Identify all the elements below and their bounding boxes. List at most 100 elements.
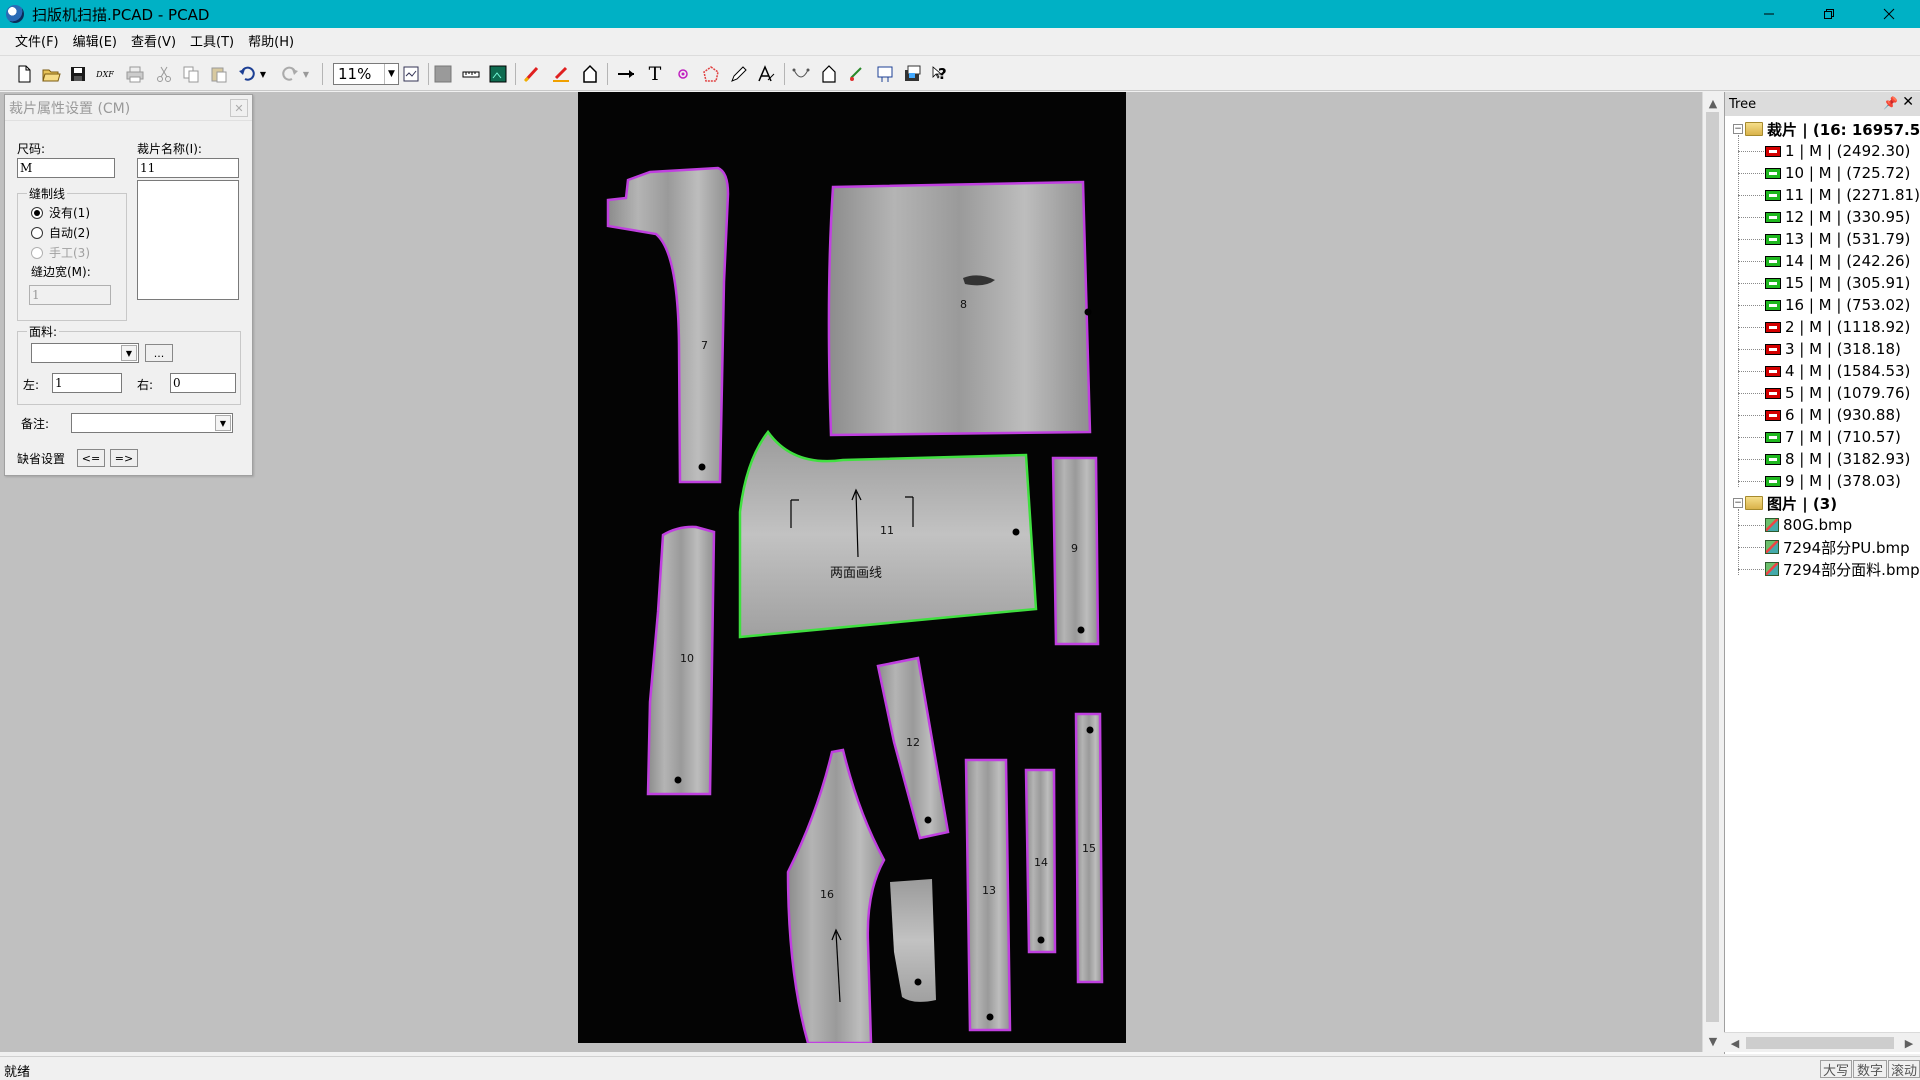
close-button[interactable]	[1866, 0, 1912, 28]
pattern-pieces-canvas[interactable]: 7 8 11 9 10 12 16 13 14 15 两面画线	[578, 92, 1126, 1043]
digitize-tool-button[interactable]	[873, 62, 897, 86]
tree-piece-item[interactable]: 7 | M | (710.57)	[1765, 426, 1901, 448]
chevron-down-icon: ▼	[121, 345, 137, 361]
pen-line-button[interactable]	[549, 62, 573, 86]
export-dxf-button[interactable]: DXF	[93, 62, 117, 86]
copy-button[interactable]	[179, 62, 203, 86]
menu-help[interactable]: 帮助(H)	[241, 30, 301, 56]
menu-file[interactable]: 文件(F)	[8, 30, 66, 56]
ruler-button[interactable]	[459, 62, 483, 86]
pen-tool-button[interactable]	[520, 62, 544, 86]
piece-name-list[interactable]	[137, 180, 239, 300]
cut-button[interactable]	[152, 62, 176, 86]
collapse-toggle-icon[interactable]: −	[1733, 124, 1743, 134]
zoom-select[interactable]: 11% ▼	[333, 63, 399, 85]
remark-label: 备注:	[21, 417, 50, 431]
tree-piece-item[interactable]: 8 | M | (3182.93)	[1765, 448, 1910, 470]
scroll-up-icon[interactable]: ▲	[1703, 94, 1723, 112]
tree-piece-item[interactable]: 11 | M | (2271.81)	[1765, 184, 1920, 206]
minimize-button[interactable]	[1746, 0, 1792, 28]
polygon-tool-button[interactable]	[699, 62, 723, 86]
collapse-toggle-icon[interactable]: −	[1733, 498, 1743, 508]
tree-piece-item[interactable]: 3 | M | (318.18)	[1765, 338, 1901, 360]
scroll-thumb[interactable]	[1746, 1037, 1894, 1049]
scanned-pattern-image[interactable]: 7 8 11 9 10 12 16 13 14 15 两面画线	[578, 92, 1126, 1043]
tree-piece-item[interactable]: 6 | M | (930.88)	[1765, 404, 1901, 426]
fabric-browse-button[interactable]: ...	[145, 344, 173, 362]
paste-button[interactable]	[207, 62, 231, 86]
vertical-scrollbar[interactable]: ▲ ▼	[1702, 92, 1722, 1052]
open-file-button[interactable]	[39, 62, 63, 86]
prev-piece-button[interactable]: <=	[77, 449, 105, 467]
tree-piece-item[interactable]: 10 | M | (725.72)	[1765, 162, 1910, 184]
tree-piece-label: 11 | M | (2271.81)	[1785, 186, 1920, 204]
left-value-field[interactable]: 1	[52, 373, 122, 393]
undo-dropdown[interactable]: ▼	[256, 62, 270, 86]
scroll-down-icon[interactable]: ▼	[1703, 1032, 1723, 1050]
tree-piece-item[interactable]: 1 | M | (2492.30)	[1765, 140, 1910, 162]
measure-tool-button[interactable]	[614, 62, 638, 86]
pin-icon[interactable]: 📌	[1883, 96, 1898, 110]
tree-piece-item[interactable]: 15 | M | (305.91)	[1765, 272, 1910, 294]
tree-piece-item[interactable]: 14 | M | (242.26)	[1765, 250, 1910, 272]
tree-piece-item[interactable]: 13 | M | (531.79)	[1765, 228, 1910, 250]
tree-piece-item[interactable]: 12 | M | (330.95)	[1765, 206, 1910, 228]
scanner-button[interactable]	[901, 62, 925, 86]
piece-name-field[interactable]: 11	[137, 158, 239, 178]
tree-horizontal-scrollbar[interactable]: ◀ ▶	[1724, 1032, 1920, 1052]
grain-tool-button[interactable]	[845, 62, 869, 86]
fill-color-button[interactable]	[431, 62, 455, 86]
pattern-piece-small[interactable]	[890, 879, 936, 1002]
restore-button[interactable]	[1806, 0, 1852, 28]
piece-tool-button[interactable]	[817, 62, 841, 86]
tree-piece-item[interactable]: 2 | M | (1118.92)	[1765, 316, 1910, 338]
menu-tools[interactable]: 工具(T)	[183, 30, 241, 56]
tree-image-item[interactable]: 7294部分PU.bmp	[1765, 536, 1910, 558]
outline-tool-button[interactable]	[578, 62, 602, 86]
redo-dropdown[interactable]: ▼	[299, 62, 313, 86]
menu-edit[interactable]: 编辑(E)	[66, 30, 124, 56]
fabric-select[interactable]: ▼	[31, 343, 139, 363]
help-button[interactable]: ?	[929, 62, 953, 86]
pen-red-icon	[523, 66, 539, 83]
piece-label-15: 15	[1082, 842, 1096, 855]
tree-piece-item[interactable]: 4 | M | (1584.53)	[1765, 360, 1910, 382]
seam-auto-radio[interactable]: 自动(2)	[31, 224, 90, 241]
right-value-field[interactable]: 0	[170, 373, 236, 393]
scroll-left-icon[interactable]: ◀	[1726, 1033, 1744, 1053]
scroll-right-icon[interactable]: ▶	[1900, 1033, 1918, 1053]
annotate-tool-button[interactable]	[754, 62, 778, 86]
pattern-piece-7[interactable]	[606, 166, 730, 484]
save-button[interactable]	[66, 62, 90, 86]
tree-root-images[interactable]: 图片 | (3)	[1745, 492, 1837, 514]
curve-tool-button[interactable]	[789, 62, 813, 86]
tree-piece-item[interactable]: 16 | M | (753.02)	[1765, 294, 1910, 316]
scroll-thumb[interactable]	[1706, 112, 1719, 1022]
zoom-fit-button[interactable]	[399, 62, 423, 86]
text-tool-button[interactable]: T	[643, 62, 667, 86]
close-icon[interactable]: ✕	[1902, 94, 1914, 110]
paste-icon	[211, 67, 227, 83]
tree-piece-item[interactable]: 5 | M | (1079.76)	[1765, 382, 1910, 404]
tree-image-item[interactable]: 80G.bmp	[1765, 514, 1852, 536]
print-button[interactable]	[123, 62, 147, 86]
point-tool-button[interactable]	[671, 62, 695, 86]
seam-width-field[interactable]: 1	[29, 285, 111, 305]
new-file-button[interactable]	[12, 62, 36, 86]
tree-image-item[interactable]: 7294部分面料.bmp	[1765, 558, 1920, 580]
drawing-workspace[interactable]: 7 8 11 9 10 12 16 13 14 15 两面画线	[0, 92, 1702, 1052]
seam-none-radio[interactable]: 没有(1)	[31, 204, 90, 221]
remark-select[interactable]: ▼	[71, 413, 233, 433]
scan-image-button[interactable]	[486, 62, 510, 86]
window-title: 扫版机扫描.PCAD - PCAD	[32, 5, 210, 24]
pattern-piece-16[interactable]	[786, 748, 886, 1043]
size-field[interactable]: M	[17, 158, 115, 178]
tree-root-pieces[interactable]: 裁片 | (16: 16957.56)	[1745, 118, 1920, 140]
seam-manual-radio[interactable]: 手工(3)	[31, 244, 90, 261]
pencil-tool-button[interactable]	[727, 62, 751, 86]
next-piece-button[interactable]: =>	[110, 449, 138, 467]
toolbar-separator	[428, 63, 429, 85]
panel-close-button[interactable]: ✕	[230, 99, 248, 117]
menu-view[interactable]: 查看(V)	[124, 30, 183, 56]
tree-piece-item[interactable]: 9 | M | (378.03)	[1765, 470, 1901, 492]
